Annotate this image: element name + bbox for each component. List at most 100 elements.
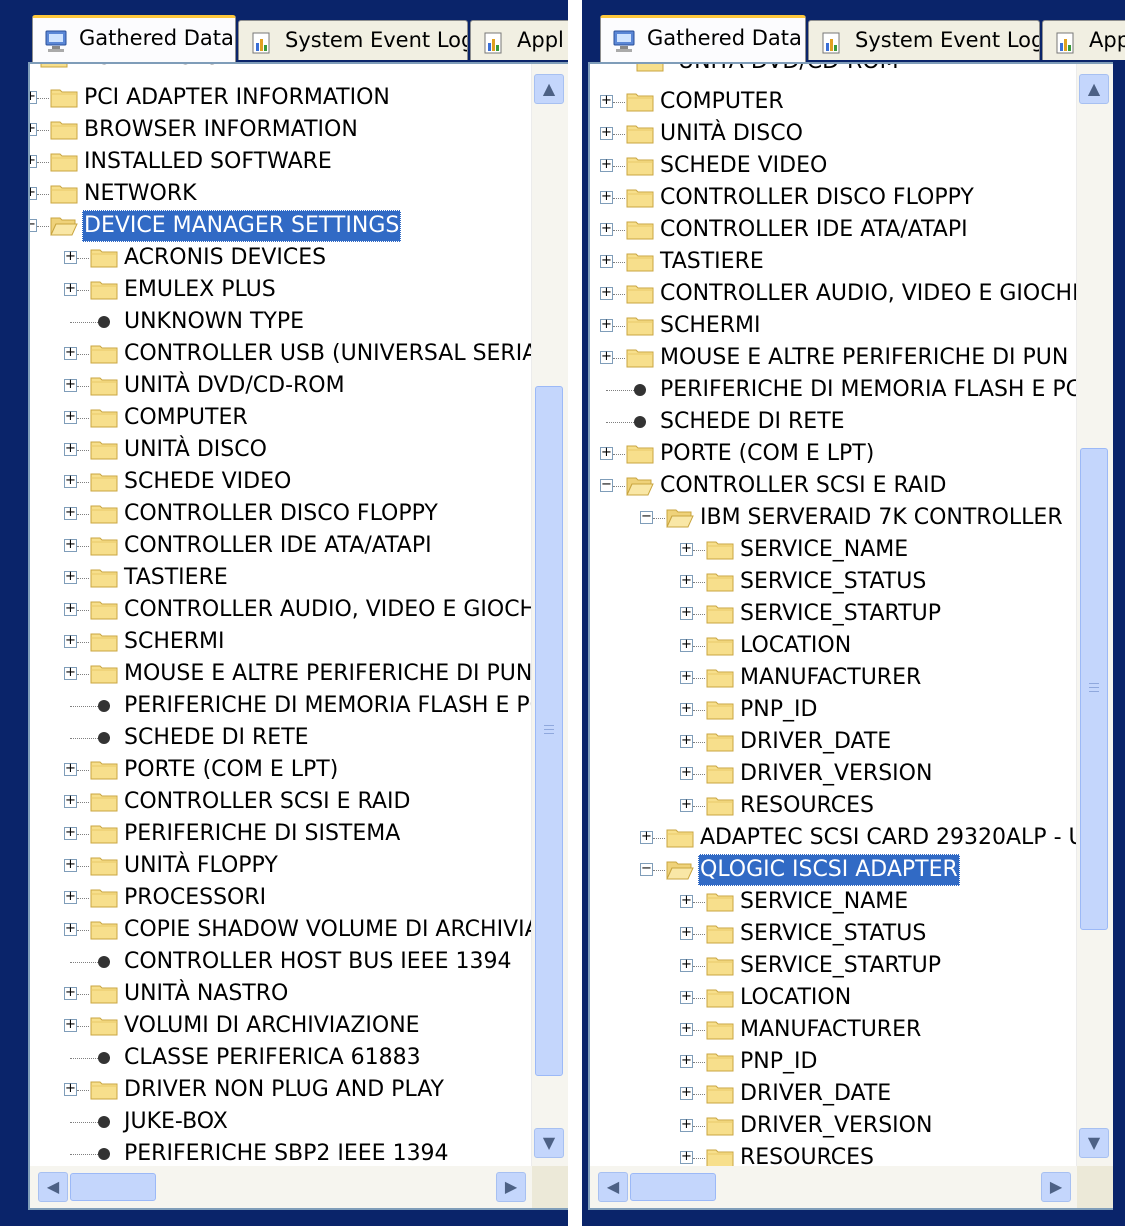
tab-application-log[interactable]: Appl — [470, 20, 568, 60]
expand-icon[interactable]: + — [680, 1086, 693, 1100]
expand-icon[interactable]: + — [64, 794, 77, 808]
vertical-scrollbar[interactable]: ▲ ▼ — [1076, 64, 1113, 1166]
tree-item[interactable]: SCHEDE DI RETE — [590, 406, 1077, 438]
expand-icon[interactable]: + — [64, 346, 77, 360]
tree-item[interactable]: CONTROLLER HOST BUS IEEE 1394 — [30, 946, 532, 978]
expand-icon[interactable]: + — [680, 1022, 693, 1036]
tree-item[interactable]: + UNITÀ NASTRO — [30, 978, 532, 1010]
tree-item[interactable]: + SCHEDE VIDEO — [30, 466, 532, 498]
tree-item[interactable]: + CONTROLLER AUDIO, VIDEO E GIOCHI — [590, 278, 1077, 310]
expand-icon[interactable]: + — [680, 766, 693, 780]
tree-item[interactable]: + PROCESSORI — [30, 882, 532, 914]
tree-item[interactable]: + PCI ADAPTER INFORMATION — [30, 82, 532, 114]
tree-item[interactable]: + PERIFERICHE DI SISTEMA — [30, 818, 532, 850]
expand-icon[interactable]: + — [30, 90, 37, 104]
tree-item[interactable]: + TASTIERE — [30, 562, 532, 594]
expand-icon[interactable]: + — [680, 542, 693, 556]
collapse-icon[interactable]: − — [640, 510, 653, 524]
tree-item[interactable]: + SERVICE_STATUS — [590, 918, 1077, 950]
tree-item[interactable]: − QLOGIC ISCSI ADAPTER — [590, 854, 1077, 886]
tree-item[interactable]: + ADAPTEC SCSI CARD 29320ALP - U — [590, 822, 1077, 854]
expand-icon[interactable]: + — [680, 894, 693, 908]
expand-icon[interactable]: + — [64, 986, 77, 1000]
expand-icon[interactable]: + — [680, 638, 693, 652]
expand-icon[interactable]: + — [64, 282, 77, 296]
expand-icon[interactable]: + — [64, 858, 77, 872]
tree-item[interactable]: + DRIVER NON PLUG AND PLAY — [30, 1074, 532, 1106]
tree-item[interactable]: + CONTROLLER AUDIO, VIDEO E GIOCHI — [30, 594, 532, 626]
tab-system-event-log[interactable]: System Event Log — [808, 20, 1040, 60]
collapse-icon[interactable]: − — [600, 478, 613, 492]
tree-item[interactable]: + MANUFACTURER — [590, 662, 1077, 694]
tree-item[interactable]: + DRIVER_VERSION — [590, 758, 1077, 790]
tree-item[interactable]: UNKNOWN TYPE — [30, 306, 532, 338]
tree-item[interactable]: + PORTE (COM E LPT) — [30, 754, 532, 786]
scroll-down-button[interactable]: ▼ — [1079, 1128, 1109, 1158]
expand-icon[interactable]: + — [64, 890, 77, 904]
expand-icon[interactable]: + — [600, 158, 613, 172]
tree-item[interactable]: + RESOURCES — [590, 1142, 1077, 1166]
tree-item[interactable]: + LOCATION — [590, 630, 1077, 662]
tree-item[interactable]: + TASTIERE — [590, 246, 1077, 278]
tree-item[interactable]: + UNITÀ FLOPPY — [30, 850, 532, 882]
expand-icon[interactable]: + — [64, 442, 77, 456]
expand-icon[interactable]: + — [680, 958, 693, 972]
scroll-thumb[interactable] — [535, 386, 563, 1076]
expand-icon[interactable]: + — [600, 94, 613, 108]
expand-icon[interactable]: + — [30, 154, 37, 168]
expand-icon[interactable]: + — [64, 570, 77, 584]
expand-icon[interactable]: + — [64, 1018, 77, 1032]
expand-icon[interactable]: + — [600, 446, 613, 460]
expand-icon[interactable]: + — [680, 734, 693, 748]
tree-item[interactable]: + MOUSE E ALTRE PERIFERICHE DI PUN — [590, 342, 1077, 374]
horizontal-scroll-thumb[interactable] — [630, 1173, 716, 1201]
tree-item[interactable]: PERIFERICHE SBP2 IEEE 1394 — [30, 1138, 532, 1166]
expand-icon[interactable]: + — [680, 1054, 693, 1068]
expand-icon[interactable]: + — [64, 826, 77, 840]
expand-icon[interactable]: + — [64, 506, 77, 520]
tab-system-event-log[interactable]: System Event Log — [238, 20, 468, 60]
tree-item[interactable]: + EMULEX PLUS — [30, 274, 532, 306]
tree-item[interactable]: + SERVICE_STATUS — [590, 566, 1077, 598]
expand-icon[interactable]: + — [680, 702, 693, 716]
collapse-icon[interactable]: − — [30, 218, 37, 232]
expand-icon[interactable]: + — [64, 762, 77, 776]
tree-item[interactable]: + UNITÀ DISCO — [30, 434, 532, 466]
scroll-right-button[interactable]: ▶ — [1041, 1172, 1071, 1202]
tree-item[interactable]: + SERVICE_STARTUP — [590, 950, 1077, 982]
expand-icon[interactable]: + — [64, 1082, 77, 1096]
tree-item[interactable]: SCHEDE DI RETE — [30, 722, 532, 754]
expand-icon[interactable]: + — [600, 350, 613, 364]
horizontal-scroll-thumb[interactable] — [70, 1173, 156, 1201]
expand-icon[interactable]: + — [64, 634, 77, 648]
expand-icon[interactable]: + — [64, 250, 77, 264]
tree-item[interactable]: + MANUFACTURER — [590, 1014, 1077, 1046]
expand-icon[interactable]: + — [64, 666, 77, 680]
expand-icon[interactable]: + — [64, 410, 77, 424]
expand-icon[interactable]: + — [600, 286, 613, 300]
expand-icon[interactable]: + — [680, 670, 693, 684]
tree-view[interactable]: PCI DEVICES + PCI ADAPTER INFORMATION + BRO… — [30, 64, 532, 1166]
tree-item[interactable]: JUKE-BOX — [30, 1106, 532, 1138]
expand-icon[interactable]: + — [680, 990, 693, 1004]
scroll-up-button[interactable]: ▲ — [534, 74, 564, 104]
tree-item[interactable]: + CONTROLLER SCSI E RAID — [30, 786, 532, 818]
tree-item[interactable]: + SCHEDE VIDEO — [590, 150, 1077, 182]
tab-application-log[interactable]: Appli — [1042, 20, 1125, 60]
expand-icon[interactable]: + — [600, 222, 613, 236]
tree-item[interactable]: + RESOURCES — [590, 790, 1077, 822]
scroll-thumb[interactable] — [1080, 448, 1108, 930]
tree-item[interactable]: − DEVICE MANAGER SETTINGS — [30, 210, 532, 242]
tree-item[interactable]: PERIFERICHE DI MEMORIA FLASH E PC — [30, 690, 532, 722]
expand-icon[interactable]: + — [680, 798, 693, 812]
tab-gathered-data[interactable]: Gathered Data — [600, 15, 806, 62]
tree-item[interactable]: + DRIVER_DATE — [590, 1078, 1077, 1110]
expand-icon[interactable]: + — [64, 474, 77, 488]
tree-item[interactable]: + SERVICE_NAME — [590, 534, 1077, 566]
tree-item[interactable]: CLASSE PERIFERICA 61883 — [30, 1042, 532, 1074]
expand-icon[interactable]: + — [680, 1118, 693, 1132]
tree-item[interactable]: + MOUSE E ALTRE PERIFERICHE DI PUN — [30, 658, 532, 690]
expand-icon[interactable]: + — [30, 186, 37, 200]
tree-item[interactable]: + BROWSER INFORMATION — [30, 114, 532, 146]
tree-item[interactable]: + DRIVER_DATE — [590, 726, 1077, 758]
